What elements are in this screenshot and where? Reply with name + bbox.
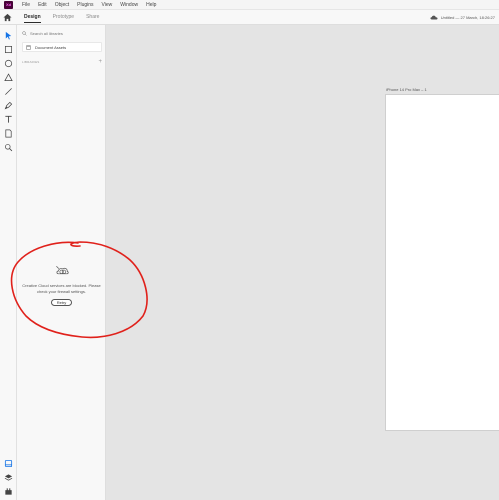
creative-cloud-offline-icon — [55, 265, 69, 275]
layers-icon[interactable] — [4, 473, 13, 482]
retry-button[interactable]: Retry — [50, 299, 73, 306]
plugins-icon[interactable] — [4, 487, 13, 496]
libraries-header: LIBRARIES + — [22, 59, 102, 65]
document-assets-label: Document Assets — [35, 44, 67, 50]
polygon-icon[interactable] — [4, 73, 13, 82]
search-input[interactable] — [30, 30, 100, 36]
pen-icon[interactable] — [4, 101, 13, 110]
rectangle-icon[interactable] — [4, 45, 13, 54]
cc-blocked-error: Creative Cloud services are blocked. Ple… — [17, 263, 106, 306]
libraries-label: LIBRARIES — [22, 60, 40, 64]
ellipse-icon[interactable] — [4, 59, 13, 68]
design-canvas[interactable]: iPhone 14 Pro Max – 1 — [106, 25, 499, 500]
tab-share[interactable]: Share — [86, 10, 99, 25]
text-icon[interactable] — [4, 115, 13, 124]
app-logo-text: Xd — [5, 1, 12, 7]
tab-prototype[interactable]: Prototype — [53, 10, 74, 25]
menu-item-help[interactable]: Help — [146, 0, 156, 10]
library-search — [22, 28, 102, 38]
tool-rail — [0, 25, 17, 500]
workspace-tabs: Design Prototype Share — [24, 10, 111, 25]
document-icon — [26, 44, 31, 50]
menu-item-file[interactable]: File — [22, 0, 30, 10]
top-bar: Design Prototype Share Untitled — 27 Mar… — [0, 10, 499, 25]
zoom-icon[interactable] — [4, 143, 13, 152]
menu-item-object[interactable]: Object — [55, 0, 69, 10]
select-icon[interactable] — [4, 31, 13, 40]
artboard[interactable] — [385, 94, 499, 431]
menu-bar: Xd File Edit Object Plugins View Window … — [0, 0, 499, 10]
add-library-button[interactable]: + — [98, 59, 102, 65]
home-icon[interactable] — [3, 13, 12, 22]
menu-item-window[interactable]: Window — [120, 0, 138, 10]
artboard-icon[interactable] — [4, 129, 13, 138]
error-message: Creative Cloud services are blocked. Ple… — [22, 283, 101, 294]
document-title[interactable]: Untitled — 27 March, 18:26:27 — [441, 15, 495, 20]
menu-item-edit[interactable]: Edit — [38, 0, 47, 10]
menu-item-plugins[interactable]: Plugins — [77, 0, 93, 10]
assets-icon[interactable] — [4, 459, 13, 468]
line-icon[interactable] — [4, 87, 13, 96]
document-assets-item[interactable]: Document Assets — [22, 42, 102, 52]
app-logo[interactable]: Xd — [4, 0, 13, 9]
assets-panel: Document Assets LIBRARIES + Creative Clo… — [17, 25, 106, 500]
menu-item-view[interactable]: View — [102, 0, 113, 10]
tab-design[interactable]: Design — [24, 10, 41, 25]
artboard-label[interactable]: iPhone 14 Pro Max – 1 — [386, 87, 427, 92]
cloud-icon — [430, 15, 438, 20]
search-icon — [22, 30, 27, 36]
menu: File Edit Object Plugins View Window Hel… — [22, 0, 164, 10]
document-status: Untitled — 27 March, 18:26:27 — [430, 10, 495, 25]
